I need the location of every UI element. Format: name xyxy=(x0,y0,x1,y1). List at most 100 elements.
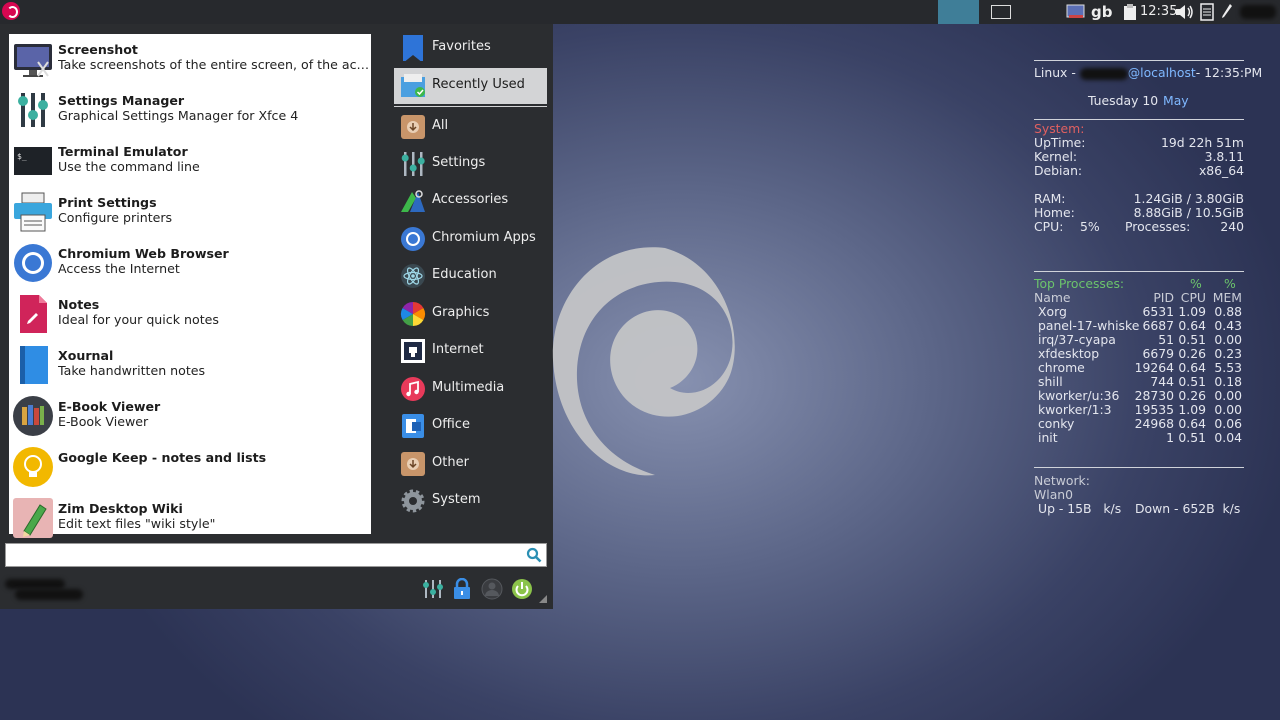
favorites-list: Screenshot Take screenshots of the entir… xyxy=(9,34,371,538)
ebook-icon xyxy=(13,396,53,436)
category-label: Settings xyxy=(432,155,486,170)
table-row: Xorg 6531 1.09 0.88 xyxy=(1038,304,1242,319)
application-menu: Screenshot Take screenshots of the entir… xyxy=(0,24,553,609)
category-label: Internet xyxy=(432,342,484,357)
app-description: Ideal for your quick notes xyxy=(58,312,219,327)
category-multimedia[interactable]: Multimedia xyxy=(394,371,547,407)
list-item-settings-manager[interactable]: Settings Manager Graphical Settings Mana… xyxy=(9,85,371,136)
category-label: Accessories xyxy=(432,192,509,207)
category-graphics[interactable]: Graphics xyxy=(394,296,547,332)
table-row: xfdesktop 6679 0.26 0.23 xyxy=(1038,346,1242,361)
bookmark-icon xyxy=(403,35,423,61)
category-office[interactable]: Office xyxy=(394,408,547,444)
logout-icon[interactable] xyxy=(511,578,533,600)
recent-folder-icon xyxy=(401,74,425,97)
network-title: Network: xyxy=(1034,473,1090,488)
category-label: All xyxy=(432,118,449,133)
user-menu-redacted[interactable] xyxy=(1238,0,1278,24)
chromium-icon xyxy=(14,244,52,282)
top-panel: gb 12:35 xyxy=(0,0,1280,24)
other-apps-icon xyxy=(401,452,425,476)
list-item-notes[interactable]: Notes Ideal for your quick notes xyxy=(9,289,371,340)
app-description: Take screenshots of the entire screen, o… xyxy=(58,57,370,72)
category-all[interactable]: All xyxy=(394,109,547,145)
table-row: irq/37-cyapa 51 0.51 0.00 xyxy=(1038,332,1242,347)
table-row: shill 744 0.51 0.18 xyxy=(1038,374,1242,389)
list-item-print-settings[interactable]: Print Settings Configure printers xyxy=(9,187,371,238)
printer-icon xyxy=(14,192,52,232)
clock[interactable]: 12:35 xyxy=(1140,0,1177,24)
list-item-chromium[interactable]: Chromium Web Browser Access the Internet xyxy=(9,238,371,289)
col-pid: PID xyxy=(1153,290,1174,305)
app-description: E-Book Viewer xyxy=(58,414,149,429)
settings-manager-action-icon[interactable] xyxy=(422,578,444,600)
debian-label: Debian: xyxy=(1034,163,1083,178)
table-row: kworker/1:3 19535 1.09 0.00 xyxy=(1038,402,1242,417)
category-other[interactable]: Other xyxy=(394,446,547,482)
settings-sliders-icon xyxy=(401,152,425,176)
kernel-value: 3.8.11 xyxy=(1204,149,1244,164)
category-favorites[interactable]: Favorites xyxy=(394,30,547,66)
col-name: Name xyxy=(1034,290,1071,305)
chromium-icon xyxy=(401,227,425,251)
list-item-ebook-viewer[interactable]: E-Book Viewer E-Book Viewer xyxy=(9,391,371,442)
search-input[interactable] xyxy=(8,545,522,567)
resize-grip[interactable] xyxy=(539,595,547,603)
category-settings[interactable]: Settings xyxy=(394,146,547,182)
header-prefix: Linux - xyxy=(1034,65,1076,80)
accessories-icon xyxy=(401,190,425,212)
category-chromium-apps[interactable]: Chromium Apps xyxy=(394,221,547,257)
app-name: Screenshot xyxy=(58,42,138,57)
list-item-terminal-emulator[interactable]: $_ Terminal Emulator Use the command lin… xyxy=(9,136,371,187)
list-item-screenshot[interactable]: Screenshot Take screenshots of the entir… xyxy=(9,34,371,85)
table-row: panel-17-whiske 6687 0.64 0.43 xyxy=(1038,318,1242,333)
user-name-redacted xyxy=(5,577,83,603)
category-education[interactable]: Education xyxy=(394,258,547,294)
all-apps-icon xyxy=(401,115,425,139)
category-label: System xyxy=(432,492,481,507)
workspace-2-button[interactable] xyxy=(989,3,1013,21)
lightbulb-icon xyxy=(13,447,53,487)
clipboard-icon[interactable] xyxy=(1123,0,1137,24)
list-item-xournal[interactable]: Xournal Take handwritten notes xyxy=(9,340,371,391)
volume-icon[interactable] xyxy=(1175,0,1195,24)
col-mem: MEM xyxy=(1212,290,1242,305)
category-system[interactable]: System xyxy=(394,483,547,519)
category-label: Other xyxy=(432,455,469,470)
list-item-zim-wiki[interactable]: Zim Desktop Wiki Edit text files "wiki s… xyxy=(9,493,371,544)
notes-tray-icon[interactable] xyxy=(1200,0,1214,24)
conky-date: Tuesday 10 May xyxy=(1034,93,1244,108)
ram-label: RAM: xyxy=(1034,191,1066,206)
app-description: Access the Internet xyxy=(58,261,180,276)
screenshot-icon xyxy=(14,44,52,77)
color-wheel-icon xyxy=(400,302,426,326)
table-row: conky 24968 0.64 0.06 xyxy=(1038,416,1242,431)
lock-screen-icon[interactable] xyxy=(451,578,473,600)
table-row: kworker/u:36 28730 0.26 0.00 xyxy=(1038,388,1242,403)
app-description: Edit text files "wiki style" xyxy=(58,516,216,531)
category-accessories[interactable]: Accessories xyxy=(394,183,547,219)
cpu-value: 5% xyxy=(1080,219,1100,234)
debian-value: x86_64 xyxy=(1198,163,1244,178)
home-value: 8.88GiB / 10.5GiB xyxy=(1133,205,1244,220)
keyboard-layout-indicator[interactable]: gb xyxy=(1091,0,1112,24)
app-name: Terminal Emulator xyxy=(58,144,188,159)
network-tray-icon[interactable] xyxy=(1066,0,1086,24)
svg-text:$_: $_ xyxy=(17,152,27,161)
list-item-google-keep[interactable]: Google Keep - notes and lists xyxy=(9,442,371,493)
workspace-1-button[interactable] xyxy=(938,0,979,24)
category-label: Favorites xyxy=(432,39,491,54)
music-note-icon xyxy=(401,377,425,401)
net-up: Up - 15B k/s xyxy=(1038,501,1122,516)
mem-percent-header: % xyxy=(1224,276,1236,291)
app-name: Settings Manager xyxy=(58,93,185,108)
category-internet[interactable]: Internet xyxy=(394,333,547,369)
search-icon[interactable] xyxy=(526,547,542,563)
app-name: Xournal xyxy=(58,348,114,363)
terminal-icon: $_ xyxy=(14,147,52,175)
pen-icon[interactable] xyxy=(1221,0,1233,24)
switch-user-icon[interactable] xyxy=(481,578,503,600)
category-recently-used[interactable]: Recently Used xyxy=(394,68,547,104)
process-table-header: Name PID CPU MEM xyxy=(1034,290,1244,305)
debian-menu-button[interactable] xyxy=(2,2,20,20)
